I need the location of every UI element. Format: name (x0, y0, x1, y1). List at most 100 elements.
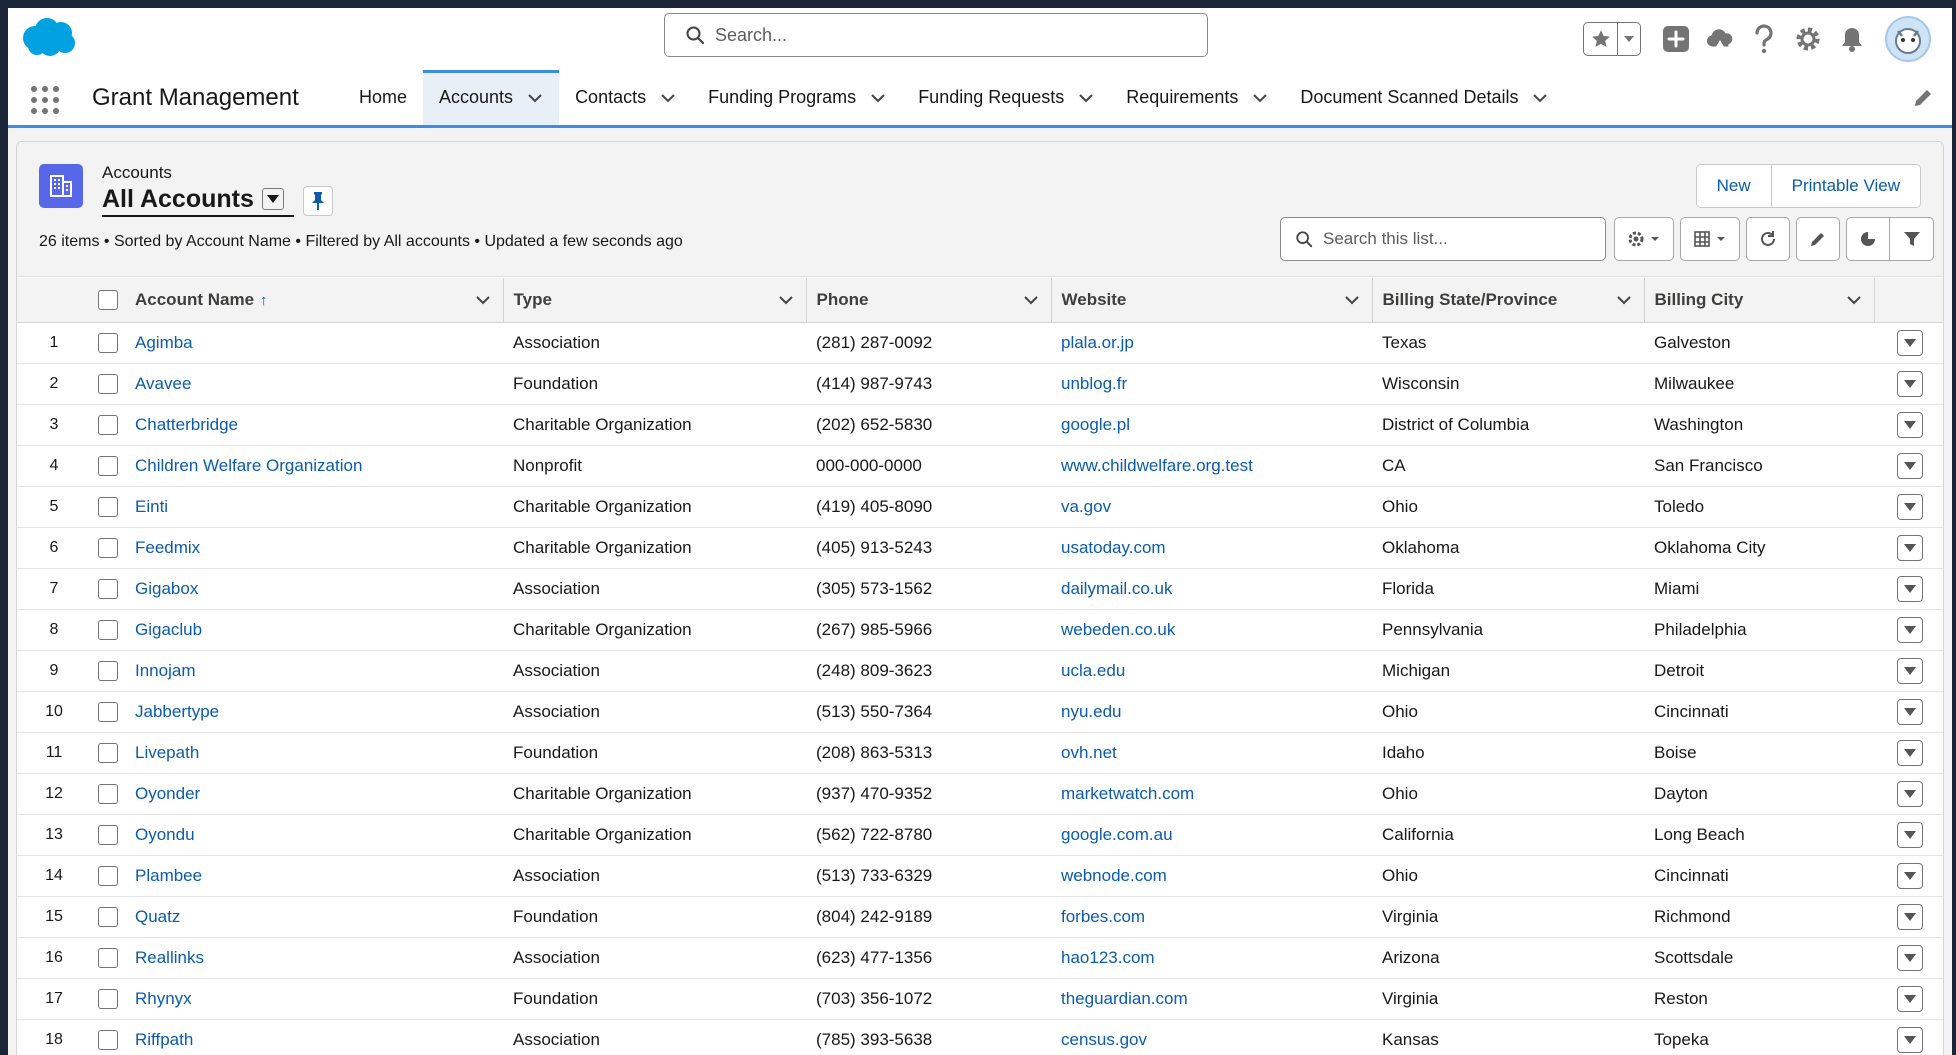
row-actions-dropdown-icon[interactable] (1896, 575, 1923, 602)
account-name-link[interactable]: Livepath (135, 743, 199, 762)
trailhead-cloud-icon[interactable] (1705, 24, 1735, 54)
table-row[interactable]: 5 Einti Charitable Organization (419) 405-8… (17, 486, 1943, 528)
row-checkbox[interactable] (98, 1029, 118, 1050)
help-question-icon[interactable] (1749, 24, 1779, 54)
website-link[interactable]: forbes.com (1061, 907, 1145, 926)
account-name-link[interactable]: Gigaclub (135, 620, 202, 639)
account-name-link[interactable]: Rhynyx (135, 989, 192, 1008)
table-row[interactable]: 6 Feedmix Charitable Organization (405) 913… (17, 527, 1943, 569)
row-actions-dropdown-icon[interactable] (1896, 780, 1923, 807)
website-link[interactable]: webnode.com (1061, 866, 1167, 885)
select-all-checkbox[interactable] (91, 278, 125, 323)
table-row[interactable]: 10 Jabbertype Association (513) 550-7364 nyu… (17, 691, 1943, 733)
row-select-cell[interactable] (91, 486, 125, 528)
website-link[interactable]: usatoday.com (1061, 538, 1166, 557)
row-select-cell[interactable] (91, 896, 125, 938)
row-actions-dropdown-icon[interactable] (1896, 534, 1923, 561)
website-link[interactable]: marketwatch.com (1061, 784, 1194, 803)
global-create-plus-icon[interactable] (1661, 24, 1691, 54)
row-actions-dropdown-icon[interactable] (1896, 944, 1923, 971)
account-name-link[interactable]: Riffpath (135, 1030, 193, 1049)
row-select-cell[interactable] (91, 691, 125, 733)
checkbox[interactable] (98, 290, 118, 310)
chevron-down-icon[interactable] (1078, 90, 1094, 106)
filter-button[interactable] (1890, 217, 1934, 261)
chevron-down-icon[interactable] (1846, 292, 1862, 308)
app-launcher-grid-icon[interactable] (30, 85, 60, 115)
row-checkbox[interactable] (98, 906, 118, 927)
row-actions-dropdown-icon[interactable] (1896, 698, 1923, 725)
new-button[interactable]: New (1696, 165, 1771, 207)
row-actions-dropdown-icon[interactable] (1896, 452, 1923, 479)
tab-requirements[interactable]: Requirements (1110, 70, 1284, 125)
row-actions-dropdown-icon[interactable] (1896, 493, 1923, 520)
row-checkbox[interactable] (98, 373, 118, 394)
tab-document-scanned-details[interactable]: Document Scanned Details (1284, 70, 1564, 125)
row-checkbox[interactable] (98, 824, 118, 845)
row-select-cell[interactable] (91, 527, 125, 569)
row-select-cell[interactable] (91, 609, 125, 651)
website-link[interactable]: google.com.au (1061, 825, 1173, 844)
website-link[interactable]: dailymail.co.uk (1061, 579, 1173, 598)
row-select-cell[interactable] (91, 978, 125, 1020)
tab-funding-programs[interactable]: Funding Programs (692, 70, 902, 125)
table-row[interactable]: 15 Quatz Foundation (804) 242-9189 forbes.co… (17, 896, 1943, 938)
account-name-link[interactable]: Feedmix (135, 538, 200, 557)
account-name-link[interactable]: Reallinks (135, 948, 204, 967)
show-charts-button[interactable] (1846, 217, 1890, 261)
tab-home[interactable]: Home (343, 70, 423, 125)
column-header-account-name[interactable]: Account Name ↑ (125, 278, 503, 323)
column-header-billing-state[interactable]: Billing State/Province (1371, 278, 1644, 323)
row-select-cell[interactable] (91, 568, 125, 610)
row-checkbox[interactable] (98, 619, 118, 640)
website-link[interactable]: ovh.net (1061, 743, 1117, 762)
website-link[interactable]: webeden.co.uk (1061, 620, 1175, 639)
account-name-link[interactable]: Oyonder (135, 784, 200, 803)
table-row[interactable]: 16 Reallinks Association (623) 477-1356 hao1… (17, 937, 1943, 979)
row-checkbox[interactable] (98, 496, 118, 517)
row-select-cell[interactable] (91, 363, 125, 405)
row-checkbox[interactable] (98, 455, 118, 476)
table-row[interactable]: 8 Gigaclub Charitable Organization (267) 98… (17, 609, 1943, 651)
tab-accounts[interactable]: Accounts (423, 70, 560, 125)
account-name-link[interactable]: Avavee (135, 374, 191, 393)
edit-nav-pencil-icon[interactable] (1912, 87, 1934, 109)
global-search[interactable] (664, 13, 1208, 57)
user-avatar-icon[interactable] (1885, 16, 1931, 62)
row-select-cell[interactable] (91, 404, 125, 446)
table-row[interactable]: 18 Riffpath Association (785) 393-5638 censu… (17, 1019, 1943, 1055)
printable-view-button[interactable]: Printable View (1770, 165, 1920, 207)
row-actions-dropdown-icon[interactable] (1896, 1026, 1923, 1053)
chevron-down-icon[interactable] (660, 90, 676, 106)
row-select-cell[interactable] (91, 1019, 125, 1055)
global-search-input[interactable] (715, 24, 1155, 46)
table-row[interactable]: 17 Rhynyx Foundation (703) 356-1072 theguard… (17, 978, 1943, 1020)
column-header-phone[interactable]: Phone (805, 278, 1051, 323)
row-checkbox[interactable] (98, 578, 118, 599)
row-actions-dropdown-icon[interactable] (1896, 370, 1923, 397)
row-checkbox[interactable] (98, 537, 118, 558)
table-row[interactable]: 11 Livepath Foundation (208) 863-5313 ovh.ne… (17, 732, 1943, 774)
row-actions-dropdown-icon[interactable] (1896, 657, 1923, 684)
row-select-cell[interactable] (91, 855, 125, 897)
table-row[interactable]: 13 Oyondu Charitable Organization (562) 722… (17, 814, 1943, 856)
website-link[interactable]: ucla.edu (1061, 661, 1125, 680)
row-checkbox[interactable] (98, 414, 118, 435)
list-search[interactable] (1280, 217, 1606, 261)
notifications-bell-icon[interactable] (1837, 24, 1867, 54)
list-view-dropdown-icon[interactable] (261, 188, 284, 210)
chevron-down-icon[interactable] (778, 292, 794, 308)
chevron-down-icon[interactable] (527, 90, 543, 106)
website-link[interactable]: hao123.com (1061, 948, 1155, 967)
website-link[interactable]: theguardian.com (1061, 989, 1188, 1008)
chevron-down-icon[interactable] (1616, 292, 1632, 308)
inline-edit-button[interactable] (1796, 217, 1840, 261)
table-row[interactable]: 9 Innojam Association (248) 809-3623 ucla.ed… (17, 650, 1943, 692)
table-row[interactable]: 7 Gigabox Association (305) 573-1562 dailyma… (17, 568, 1943, 610)
row-actions-dropdown-icon[interactable] (1896, 329, 1923, 356)
pin-list-view-button[interactable] (303, 186, 333, 216)
row-checkbox[interactable] (98, 332, 118, 353)
chevron-down-icon[interactable] (1252, 90, 1268, 106)
account-name-link[interactable]: Jabbertype (135, 702, 219, 721)
tab-contacts[interactable]: Contacts (559, 70, 692, 125)
